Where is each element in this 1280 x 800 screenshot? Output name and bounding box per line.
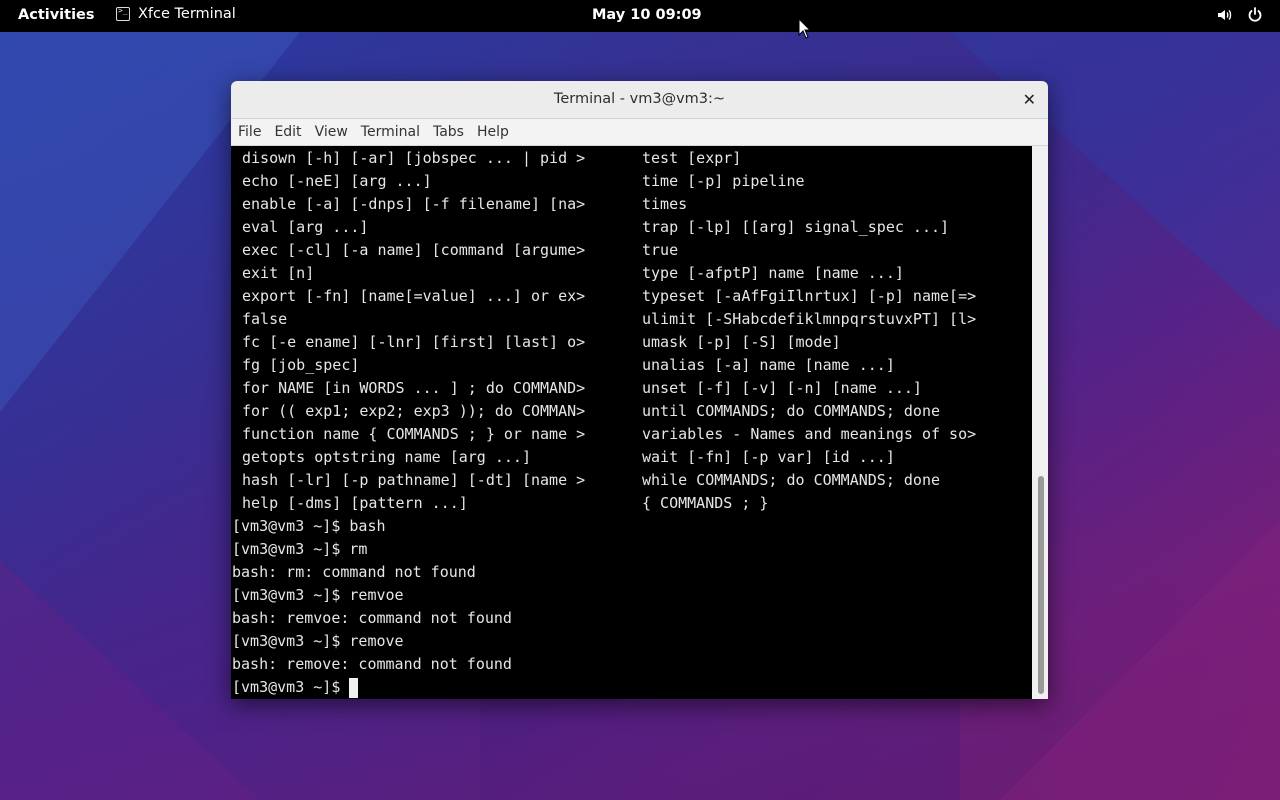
menu-bar: File Edit View Terminal Tabs Help [231, 119, 1048, 146]
menu-terminal[interactable]: Terminal [354, 119, 426, 145]
output-line: unset [-f] [-v] [-n] [name ...] [642, 379, 922, 397]
output-line: getopts optstring name [arg ...] [242, 448, 531, 466]
session-line: bash: remove: command not found [232, 655, 512, 673]
app-menu-button[interactable]: Xfce Terminal [116, 6, 236, 22]
power-icon[interactable] [1246, 6, 1264, 24]
output-line: export [-fn] [name[=value] ...] or ex> [242, 287, 586, 305]
output-line: eval [arg ...] [242, 218, 369, 236]
menu-edit[interactable]: Edit [267, 119, 307, 145]
top-bar: Activities Xfce Terminal May 10 09:09 [0, 0, 1280, 32]
output-line: while COMMANDS; do COMMANDS; done [642, 471, 941, 489]
help-right-column: test [expr] time [-p] pipeline times tra… [642, 147, 976, 515]
output-line: until COMMANDS; do COMMANDS; done [642, 402, 941, 420]
close-icon[interactable]: ✕ [1023, 90, 1036, 109]
menu-view[interactable]: View [308, 119, 354, 145]
output-line: exit [n] [242, 264, 315, 282]
window-title: Terminal - vm3@vm3:~ [553, 91, 726, 107]
prompt-line[interactable]: [vm3@vm3 ~]$ [232, 676, 512, 699]
output-line: times [642, 195, 688, 213]
output-line: help [-dms] [pattern ...] [242, 494, 468, 512]
terminal-output[interactable]: disown [-h] [-ar] [jobspec ... | pid > e… [231, 146, 1032, 699]
output-line: umask [-p] [-S] [mode] [642, 333, 841, 351]
output-line: wait [-fn] [-p var] [id ...] [642, 448, 895, 466]
session-line: [vm3@vm3 ~]$ rm [232, 540, 368, 558]
output-line: fg [job_spec] [242, 356, 360, 374]
terminal-window[interactable]: Terminal - vm3@vm3:~ ✕ File Edit View Te… [231, 81, 1048, 699]
output-line: variables - Names and meanings of so> [642, 425, 977, 443]
prompt: [vm3@vm3 ~]$ [232, 678, 341, 696]
window-titlebar[interactable]: Terminal - vm3@vm3:~ ✕ [231, 81, 1048, 119]
output-line: disown [-h] [-ar] [jobspec ... | pid > [242, 149, 586, 167]
output-line: { COMMANDS ; } [642, 494, 769, 512]
output-line: false [242, 310, 288, 328]
output-line: unalias [-a] name [name ...] [642, 356, 895, 374]
output-line: ulimit [-SHabcdefiklmnpqrstuvxPT] [l> [642, 310, 977, 328]
system-tray[interactable] [1216, 6, 1264, 24]
session-line: bash: remvoe: command not found [232, 609, 512, 627]
menu-tabs[interactable]: Tabs [426, 119, 470, 145]
output-line: test [expr] [642, 149, 742, 167]
output-line: type [-afptP] name [name ...] [642, 264, 904, 282]
session-line: [vm3@vm3 ~]$ remvoe [232, 586, 404, 604]
menu-file[interactable]: File [231, 119, 267, 145]
output-line: exec [-cl] [-a name] [command [argume> [242, 241, 586, 259]
menu-help[interactable]: Help [470, 119, 515, 145]
activities-button[interactable]: Activities [18, 7, 95, 23]
mouse-pointer-icon [798, 17, 812, 44]
output-line: for NAME [in WORDS ... ] ; do COMMAND> [242, 379, 586, 397]
text-cursor [349, 677, 359, 698]
output-line: echo [-neE] [arg ...] [242, 172, 432, 190]
session-line: bash: rm: command not found [232, 563, 476, 581]
help-left-column: disown [-h] [-ar] [jobspec ... | pid > e… [242, 147, 585, 515]
app-name: Xfce Terminal [138, 6, 236, 22]
output-line: true [642, 241, 679, 259]
output-line: trap [-lp] [[arg] signal_spec ...] [642, 218, 950, 236]
terminal-icon [116, 6, 130, 21]
output-line: enable [-a] [-dnps] [-f filename] [na> [242, 195, 586, 213]
output-line: typeset [-aAfFgiIlnrtux] [-p] name[=> [642, 287, 977, 305]
output-line: hash [-lr] [-p pathname] [-dt] [name > [242, 471, 586, 489]
output-line: fc [-e ename] [-lnr] [first] [last] o> [242, 333, 586, 351]
output-line: function name { COMMANDS ; } or name > [242, 425, 586, 443]
session-line: [vm3@vm3 ~]$ remove [232, 632, 404, 650]
clock[interactable]: May 10 09:09 [592, 7, 702, 23]
session-output: [vm3@vm3 ~]$ bash [vm3@vm3 ~]$ rm bash: … [232, 515, 512, 699]
output-line: time [-p] pipeline [642, 172, 805, 190]
scrollbar[interactable] [1032, 146, 1048, 699]
session-line: [vm3@vm3 ~]$ bash [232, 517, 386, 535]
volume-icon[interactable] [1216, 6, 1234, 24]
scrollbar-thumb[interactable] [1038, 476, 1044, 694]
output-line: for (( exp1; exp2; exp3 )); do COMMAN> [242, 402, 586, 420]
